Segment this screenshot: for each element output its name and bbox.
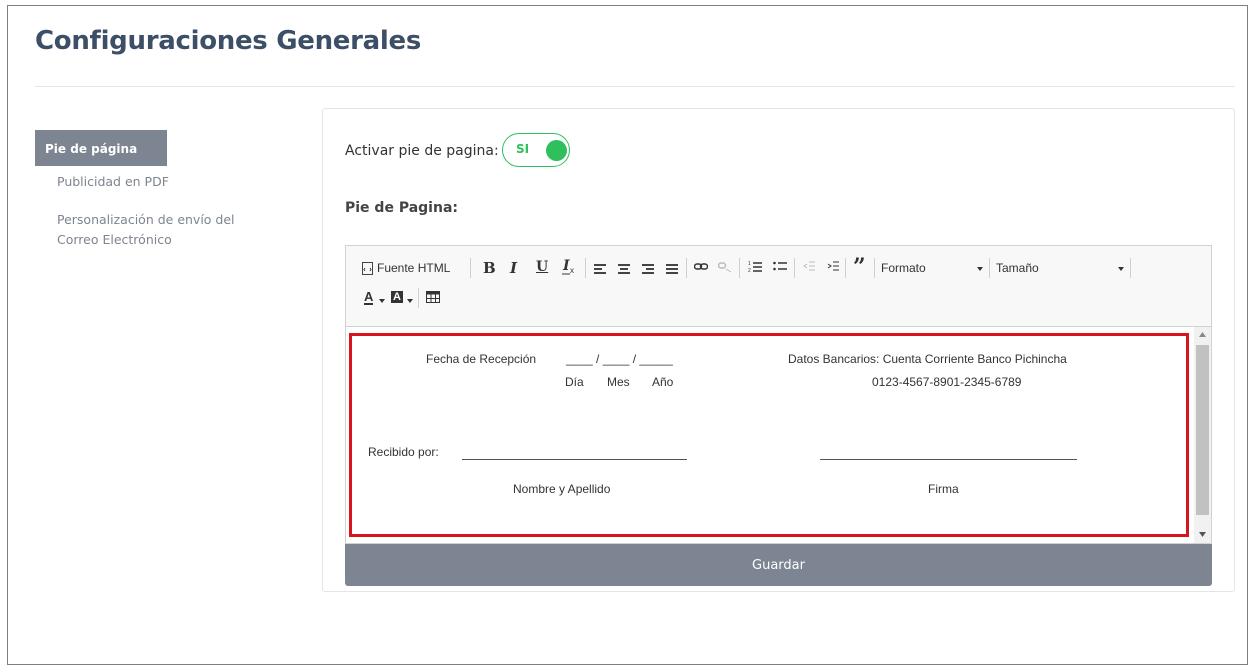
save-button[interactable]: Guardar bbox=[345, 544, 1212, 586]
toolbar-separator bbox=[874, 258, 875, 278]
svg-text:I: I bbox=[562, 258, 570, 274]
remove-format-button[interactable]: Ix bbox=[562, 258, 576, 278]
align-justify-icon[interactable] bbox=[666, 264, 678, 274]
sidebar-item-pie-de-pagina[interactable]: Pie de página bbox=[35, 130, 167, 166]
svg-text:x: x bbox=[570, 266, 574, 275]
format-dropdown[interactable]: Formato bbox=[881, 261, 926, 275]
scroll-down-icon bbox=[1199, 532, 1206, 537]
sidebar-item-personalizacion-correo[interactable]: Personalización de envío del Correo Elec… bbox=[57, 210, 235, 250]
align-right-icon[interactable] bbox=[642, 264, 654, 274]
italic-button[interactable]: I bbox=[510, 259, 517, 277]
align-left-icon[interactable] bbox=[594, 264, 606, 274]
toolbar-separator bbox=[470, 258, 471, 278]
toolbar-separator bbox=[989, 258, 990, 278]
size-chevron-down-icon bbox=[1118, 267, 1124, 271]
sidebar-item-label: Personalización de envío del bbox=[57, 212, 235, 227]
blockquote-icon[interactable]: ” bbox=[853, 254, 866, 280]
title-divider bbox=[35, 86, 1235, 87]
toolbar-separator bbox=[1130, 258, 1131, 278]
toolbar-separator bbox=[585, 258, 586, 278]
sidebar-item-label-line2: Correo Electrónico bbox=[57, 232, 172, 247]
bullet-list-icon[interactable] bbox=[773, 260, 787, 276]
toolbar-separator bbox=[739, 258, 740, 278]
scroll-up-icon bbox=[1199, 332, 1206, 337]
toolbar-separator bbox=[845, 258, 846, 278]
unlink-icon[interactable] bbox=[717, 261, 732, 276]
numbered-list-icon[interactable]: 12 bbox=[748, 260, 762, 276]
svg-text:2: 2 bbox=[748, 268, 751, 273]
table-icon[interactable] bbox=[426, 291, 440, 306]
scrollbar-thumb[interactable] bbox=[1196, 345, 1209, 515]
toolbar-separator bbox=[418, 288, 419, 308]
text-color-button[interactable]: A bbox=[364, 290, 374, 305]
underline-button[interactable]: U bbox=[536, 259, 548, 275]
activar-pie-label: Activar pie de pagina: bbox=[345, 143, 499, 159]
source-html-button[interactable]: Fuente HTML bbox=[377, 261, 450, 275]
page-title: Configuraciones Generales bbox=[35, 26, 422, 56]
link-icon[interactable] bbox=[693, 261, 709, 275]
format-chevron-down-icon bbox=[977, 267, 983, 271]
background-color-button[interactable]: A bbox=[391, 291, 403, 303]
source-html-icon[interactable] bbox=[362, 262, 374, 275]
editor-toolbar: Fuente HTML B I U Ix 12 ” Formato Tamaño… bbox=[345, 245, 1212, 327]
pie-de-pagina-label: Pie de Pagina: bbox=[345, 200, 458, 216]
text-color-chevron-down-icon bbox=[379, 299, 385, 303]
indent-icon[interactable] bbox=[827, 261, 839, 275]
align-center-icon[interactable] bbox=[618, 264, 630, 274]
outdent-icon[interactable] bbox=[803, 261, 815, 275]
activar-pie-toggle[interactable]: SI bbox=[502, 133, 570, 167]
bold-button[interactable]: B bbox=[483, 259, 496, 277]
sidebar-item-publicidad-pdf[interactable]: Publicidad en PDF bbox=[57, 172, 169, 192]
toggle-value: SI bbox=[516, 142, 530, 156]
toolbar-separator bbox=[794, 258, 795, 278]
toolbar-separator bbox=[686, 258, 687, 278]
svg-text:1: 1 bbox=[748, 261, 751, 267]
size-dropdown[interactable]: Tamaño bbox=[996, 261, 1039, 275]
highlight-box bbox=[349, 333, 1189, 537]
toggle-knob bbox=[546, 140, 567, 161]
background-color-chevron-down-icon bbox=[407, 299, 413, 303]
